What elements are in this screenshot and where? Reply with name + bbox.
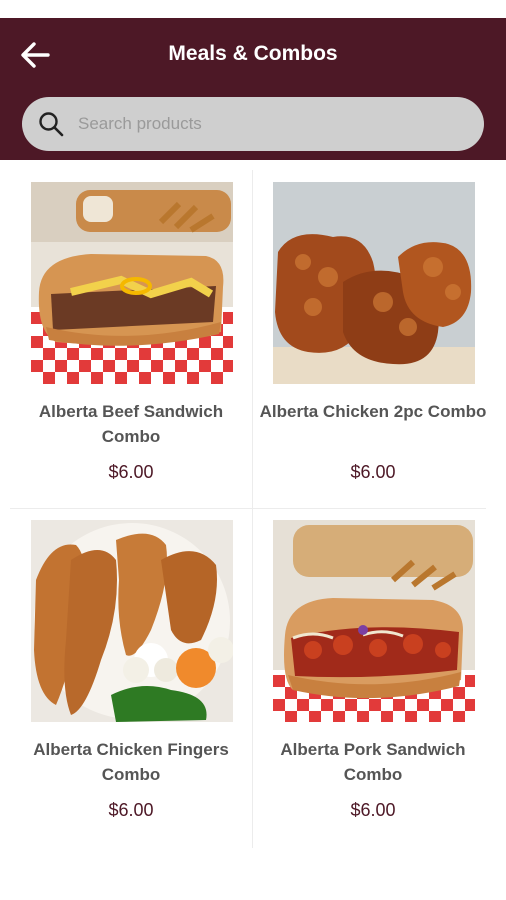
search-icon — [38, 111, 64, 137]
product-price: $6.00 — [108, 462, 154, 482]
product-price: $6.00 — [350, 800, 396, 820]
product-image-chicken-fingers — [31, 520, 233, 722]
product-card-pork-sandwich[interactable]: Alberta Pork Sandwich Combo $6.00 — [252, 508, 490, 838]
product-price: $6.00 — [350, 462, 396, 482]
product-card-chicken-fingers[interactable]: Alberta Chicken Fingers Combo $6.00 — [10, 508, 248, 838]
product-image-chicken-2pc — [273, 182, 475, 384]
page-title: Meals & Combos — [168, 42, 338, 65]
search-bar[interactable] — [22, 97, 484, 151]
product-price: $6.00 — [108, 800, 154, 820]
product-image-beef-sandwich — [31, 182, 233, 384]
product-card-chicken-2pc[interactable]: Alberta Chicken 2pc Combo $6.00 — [252, 170, 490, 500]
product-name: Alberta Chicken Fingers Combo — [33, 740, 229, 784]
search-input[interactable] — [76, 113, 440, 135]
product-card-beef-sandwich[interactable]: Alberta Beef Sandwich Combo $6.00 — [10, 170, 248, 500]
product-name: Alberta Chicken 2pc Combo — [259, 402, 487, 421]
product-name: Alberta Beef Sandwich Combo — [38, 402, 224, 446]
app-header: Meals & Combos — [0, 18, 506, 160]
product-name: Alberta Pork Sandwich Combo — [280, 740, 466, 784]
product-image-pork-sandwich — [273, 520, 475, 722]
